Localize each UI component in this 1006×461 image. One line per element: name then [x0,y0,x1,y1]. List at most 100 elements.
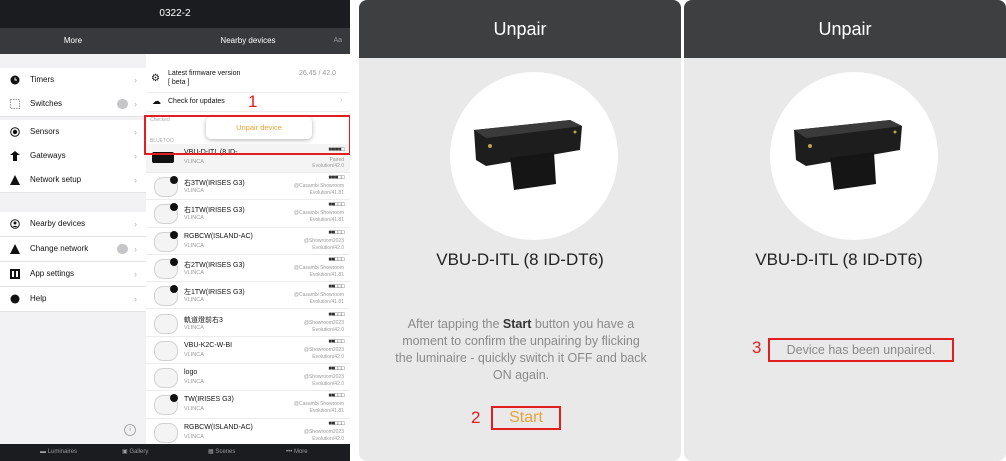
device-vendor: VLINCA [184,297,204,304]
signal-strength: ■■□□□ [328,393,344,400]
info-icon[interactable]: i [124,424,136,436]
chevron-right-icon: › [134,294,137,304]
sidebar-item-network-setup[interactable]: Network setup › [0,168,146,193]
more-header: More [0,28,146,54]
text-size-button[interactable]: Aa [333,28,342,54]
sidebar-item-label: Timers [30,75,55,84]
unpaired-device-name: VBU-D-ITL (8 ID-DT6) [755,250,923,269]
device-firmware: Evolution/41.81 [309,217,344,224]
sidebar-item-help[interactable]: Help › [0,287,146,312]
unpair-title: Unpair [359,0,681,58]
change-network-icon [10,244,20,254]
start-button[interactable]: Start [491,406,561,430]
network-icon [10,175,20,185]
sidebar-item-label: Sensors [30,127,60,136]
instruction-bold: Start [502,317,532,331]
help-icon [10,294,20,304]
tab-label: Gallery [129,449,149,455]
device-name: logo [184,369,198,377]
device-name: 軌道燈前右3 [184,316,223,324]
chevron-right-icon: › [134,219,137,229]
device-firmware: Evolution/41.81 [309,408,344,415]
device-vendor: VLINCA [184,242,204,249]
device-location: @Showroom2023 [303,319,344,326]
sidebar-item-change-network[interactable]: Change network › [0,237,146,262]
device-name: 左1TW(IRISES G3) [184,289,245,297]
device-row[interactable]: 右1TW(IRISES G3) VLINCA ■■□□□ @Casambi Showr… [146,200,350,228]
device-firmware: Evolution/41.81 [309,271,344,278]
sidebar-item-label: Gateways [30,151,66,160]
sidebar-item-label: Help [30,294,47,303]
device-vendor: VLINCA [184,379,204,386]
settings-icon [10,269,20,279]
nearby-header-label: Nearby devices [220,36,276,45]
chevron-right-icon: › [134,269,137,279]
status-dot-icon [170,230,178,239]
signal-strength: ■■□□□ [328,256,344,263]
device-row[interactable]: RGBCW(ISLAND-AC) VLINCA ■■□□□ @Showroom2023… [146,228,350,255]
tab-gallery[interactable]: ▣ Gallery [122,444,148,461]
sidebar-item-gateways[interactable]: Gateways › [0,144,146,169]
luminaire-thumbnail [154,313,178,334]
firmware-version: 26.45 / 42.0 [299,70,336,77]
sidebar-item-sensors[interactable]: Sensors › [0,120,146,145]
device-row[interactable]: 右2TW(IRISES G3) VLINCA ■■□□□ @Casambi Showr… [146,255,350,283]
device-vendor: VLINCA [184,433,204,440]
tab-more[interactable]: ••• More [286,444,308,461]
device-vendor: VLINCA [184,324,204,331]
device-row[interactable]: 右3TW(IRISES G3) VLINCA ■■■□□ @Casambi Showr… [146,173,350,201]
device-location: @Showroom2023 [303,374,344,381]
device-firmware: Evolution/42.0 [312,435,344,442]
device-firmware: Evolution/42.0 [312,326,344,333]
device-location: @Casambi Showroom [293,401,344,408]
device-vendor: VLINCA [184,406,204,413]
device-name: RGBCW(ISLAND-AC) [184,232,253,240]
luminaire-thumbnail [154,422,178,443]
device-firmware: Evolution/42.0 [312,381,344,388]
step-1-label: 1 [248,92,258,111]
device-name: RGBCW(ISLAND-AC) [184,423,253,431]
device-row[interactable]: 軌道燈前右3 VLINCA ■■□□□ @Showroom2023 Evolution/… [146,310,350,337]
signal-strength: ■■□□□ [328,338,344,345]
count-badge [117,244,128,254]
firmware-row[interactable]: ⚙ Latest firmware version [ beta ] 26.45… [146,66,350,93]
tab-bar: ▬ Luminaires ▣ Gallery ▦ Scenes ••• More [0,444,350,461]
tab-scenes[interactable]: ▦ Scenes [208,444,235,461]
firmware-title: Latest firmware version [168,70,241,77]
signal-strength: ■■□□□ [328,420,344,427]
sidebar-item-label: Change network [30,244,89,253]
luminaire-thumbnail [154,368,178,389]
unpaired-screen: Unpair VBU-D-ITL (8 ID-DT6) 3 Device has… [684,0,1006,461]
device-name: 右3TW(IRISES G3) [184,180,245,187]
sidebar-item-app-settings[interactable]: App settings › [0,262,146,287]
more-icon: ••• [286,449,294,455]
device-row[interactable]: VBU-K2C-W-BI VLINCA ■■□□□ @Showroom2023 Evol… [146,337,350,365]
luminaire-thumbnail [154,340,178,361]
tab-luminaires[interactable]: ▬ Luminaires [40,444,77,461]
device-firmware: Evolution/41.81 [309,190,344,196]
device-firmware: Evolution/42.0 [312,244,344,251]
sidebar-item-switches[interactable]: Switches › [0,92,146,117]
unpaired-title: Unpair [684,0,1006,58]
sidebar-item-nearby-devices[interactable]: Nearby devices › [0,212,146,237]
device-row[interactable]: 左1TW(IRISES G3) VLINCA ■■□□□ @Casambi Showr… [146,282,350,310]
device-row[interactable]: TW(IRISES G3) VLINCA ■■□□□ @Casambi Showroo… [146,391,350,419]
device-row[interactable]: logo VLINCA ■■□□□ @Showroom2023 Evolution/42… [146,364,350,392]
instruction-text: After tapping the [407,317,503,331]
unpair-device-name: VBU-D-ITL (8 ID-DT6) [436,250,604,269]
device-name: 右1TW(IRISES G3) [184,207,245,215]
device-row[interactable]: RGBCW(ISLAND-AC) VLINCA ■■□□□ @Showroom2023… [146,419,350,444]
device-vendor: VLINCA [184,159,204,165]
chevron-right-icon: › [134,75,137,85]
signal-strength: ■■□□□ [328,366,344,373]
signal-strength: ■■□□□ [328,202,344,209]
firmware-beta: [ beta ] [168,79,190,86]
device-name: 右2TW(IRISES G3) [184,261,245,269]
device-firmware: Evolution/41.81 [309,299,344,306]
chevron-right-icon: › [134,175,137,185]
sidebar-item-timers[interactable]: Timers › [0,68,146,93]
device-location: @Showroom2023 [303,428,344,435]
sensor-icon [10,127,20,137]
signal-strength: ■■□□□ [328,311,344,318]
chevron-right-icon: › [134,127,137,137]
